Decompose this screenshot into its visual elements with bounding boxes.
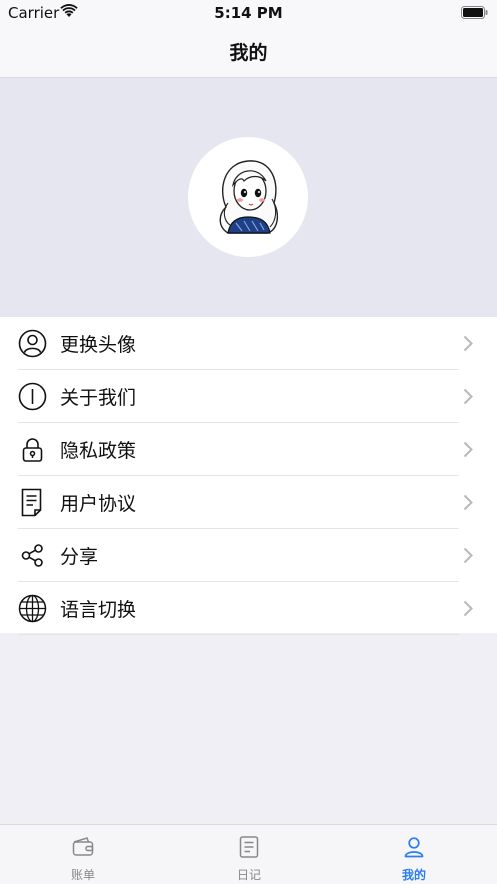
avatar[interactable] [188, 137, 308, 257]
menu-item-about-us[interactable]: 关于我们 [0, 370, 497, 423]
settings-menu: 更换头像 关于我们 隐私政策 用户协议 分享 语言切换 [0, 317, 497, 635]
menu-item-privacy-policy[interactable]: 隐私政策 [0, 423, 497, 476]
document-icon [21, 488, 42, 517]
tab-diary[interactable]: 日记 [166, 825, 332, 884]
menu-item-user-agreement[interactable]: 用户协议 [0, 476, 497, 529]
menu-item-label: 用户协议 [60, 493, 137, 515]
notes-icon [239, 836, 259, 858]
person-icon [18, 329, 47, 358]
profile-header [0, 78, 497, 317]
menu-item-share[interactable]: 分享 [0, 529, 497, 582]
lock-icon [22, 438, 43, 462]
info-icon [18, 382, 47, 411]
profile-icon [404, 837, 424, 858]
menu-item-label: 关于我们 [60, 387, 137, 409]
menu-item-change-avatar[interactable]: 更换头像 [0, 317, 497, 370]
tab-bar: 账单 日记 我的 [0, 824, 497, 884]
share-icon [21, 544, 43, 567]
menu-item-label: 更换头像 [60, 334, 137, 356]
menu-item-label: 语言切换 [60, 599, 137, 621]
chevron-right-icon [463, 547, 473, 564]
tab-label: 我的 [401, 868, 426, 882]
wallet-icon [72, 837, 94, 856]
menu-item-label: 隐私政策 [60, 440, 137, 462]
chevron-right-icon [463, 494, 473, 511]
tab-label: 账单 [70, 868, 95, 882]
menu-item-label: 分享 [60, 546, 99, 568]
girl-avatar-illustration [219, 160, 279, 234]
battery-icon [461, 6, 488, 19]
chevron-right-icon [463, 335, 473, 352]
navigation-bar: 我的 [0, 26, 497, 78]
chevron-right-icon [463, 600, 473, 617]
chevron-right-icon [463, 388, 473, 405]
page-title: 我的 [229, 42, 268, 64]
tab-label: 日记 [236, 868, 261, 882]
menu-item-language[interactable]: 语言切换 [0, 582, 497, 635]
status-time: 5:14 PM [214, 4, 283, 22]
divider [18, 634, 459, 635]
tab-bills[interactable]: 账单 [0, 825, 166, 884]
globe-icon [18, 594, 47, 623]
status-bar: Carrier 5:14 PM [0, 0, 497, 26]
chevron-right-icon [463, 441, 473, 458]
tab-mine[interactable]: 我的 [331, 825, 497, 884]
